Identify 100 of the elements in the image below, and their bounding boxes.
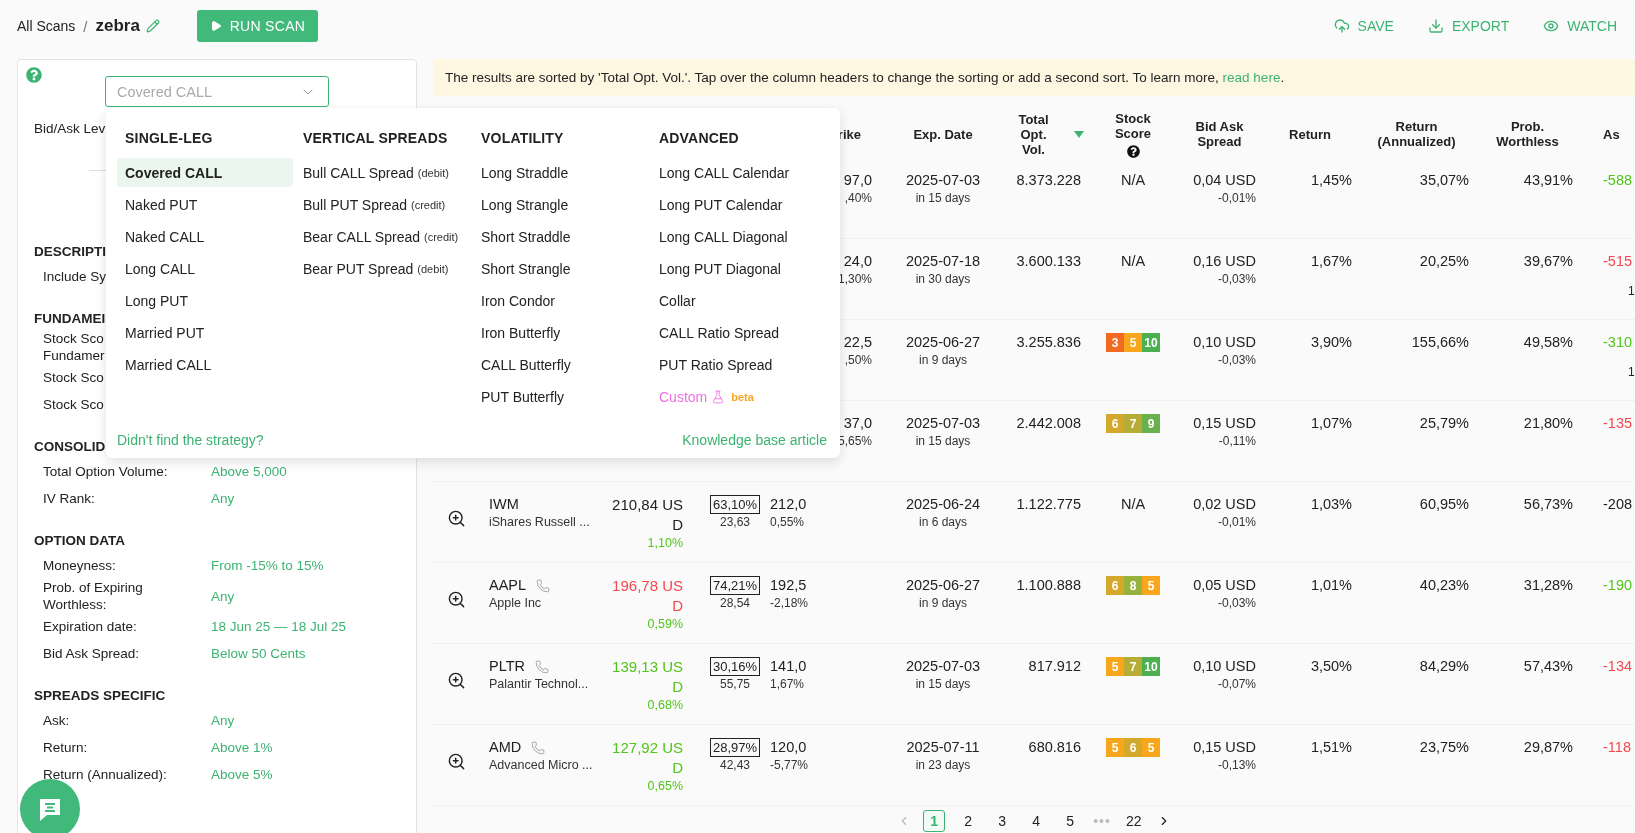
menu-item[interactable]: Long Strangle [473, 190, 649, 219]
zoom-in-icon[interactable] [447, 752, 466, 771]
option-volume: 817.912 [1028, 657, 1081, 676]
menu-item[interactable]: Short Straddle [473, 222, 649, 251]
menu-item[interactable]: Long Straddle [473, 158, 649, 187]
filter-value: Above 5,000 [211, 464, 288, 479]
expiration-date: 2025-07-03 [905, 657, 981, 676]
menu-item[interactable]: Long PUT Calendar [651, 190, 827, 219]
days-to-expiry: in 9 days [919, 595, 967, 611]
score-chip: 6 [1106, 576, 1124, 595]
ask-value: -515 [1603, 252, 1633, 271]
iv-rank: 63,10% [709, 495, 761, 514]
strike-value: 141,0 [770, 657, 807, 676]
filter-value: 18 Jun 25 — 18 Jul 25 [211, 619, 348, 634]
menu-item[interactable]: Naked PUT [117, 190, 293, 219]
column-header[interactable]: Bid Ask Spread [1177, 119, 1262, 149]
column-header[interactable]: Prob. Worthless [1475, 119, 1580, 149]
annualized-return: 155,66% [1411, 333, 1469, 352]
column-header[interactable]: Stock Score [1089, 110, 1177, 158]
page-link[interactable]: 5 [1059, 810, 1082, 832]
ticker-symbol: IWM [489, 495, 519, 514]
table-row[interactable]: IWM iShares Russell ... 210,84 USD 1,10% 63,10% 23,63 212,0 0,55% 2025-06-24 in 6 days 1.122.775 N/A 0,02 USD -0,01% 1,03% 60,95% 56,73% -208 [433, 482, 1635, 563]
menu-item[interactable]: CALL Butterfly [473, 350, 649, 379]
ask-value: -134 [1603, 657, 1633, 676]
strike-value: 22,5 [843, 333, 872, 352]
column-header[interactable]: Exp. Date [880, 126, 1006, 142]
menu-item[interactable]: Married PUT [117, 318, 293, 347]
menu-item[interactable]: Iron Butterfly [473, 318, 649, 347]
menu-item[interactable]: Long PUT [117, 286, 293, 315]
menu-heading: VOLATILITY [480, 129, 565, 148]
score-chip: 5 [1106, 738, 1124, 757]
iv-value: 23,63 [720, 514, 750, 530]
filter-label: IV Rank: [43, 490, 95, 507]
annualized-return: 84,29% [1419, 657, 1469, 676]
bid-ask-spread: 0,10 USD [1193, 657, 1256, 676]
filter-value: Any [211, 713, 236, 728]
zoom-in-icon[interactable] [447, 509, 466, 528]
page-link[interactable]: 3 [991, 810, 1014, 832]
ask-value: -190 [1603, 576, 1633, 595]
filter-label: Include Sy [43, 268, 107, 285]
option-volume: 3.255.836 [1016, 333, 1081, 352]
page-link[interactable]: 4 [1025, 810, 1048, 832]
return-value: 1,51% [1310, 738, 1352, 757]
menu-item[interactable]: PUT Ratio Spread [651, 350, 827, 379]
option-volume: 8.373.228 [1016, 171, 1081, 190]
section-heading: FUNDAMEI [34, 310, 106, 328]
spread-change: -0,11% [1218, 433, 1256, 449]
zoom-in-icon[interactable] [447, 671, 466, 690]
iv-value: 28,54 [720, 595, 750, 611]
column-header[interactable]: Return [1262, 126, 1358, 142]
menu-item[interactable]: Long CALL Calendar [651, 158, 827, 187]
menu-item[interactable]: Long CALL [117, 254, 293, 283]
prob-worthless: 43,91% [1523, 171, 1573, 190]
menu-item[interactable]: Long CALL Diagonal [651, 222, 827, 251]
menu-item[interactable]: Naked CALL [117, 222, 293, 251]
menu-item[interactable]: Bull PUT Spread (credit) [295, 190, 471, 219]
strike-change: -5,77% [770, 757, 809, 773]
menu-item[interactable]: Short Strangle [473, 254, 649, 283]
prob-worthless: 39,67% [1523, 252, 1573, 271]
menu-item[interactable]: Collar [651, 286, 827, 315]
menu-item[interactable]: Iron Condor [473, 286, 649, 315]
help-icon[interactable] [1126, 144, 1140, 158]
table-row[interactable]: PLTR Palantir Technol... 139,13 USD 0,68% 30,16% 55,75 141,0 1,67% 2025-07-03 in 15 days 817.912 5 7 10 0,10 USD -0,07% 3,50% 84,29% 57,43% -134 [433, 644, 1635, 725]
return-value: 1,67% [1310, 252, 1352, 271]
column-header[interactable]: Total Opt. Vol. [1006, 111, 1089, 157]
table-row[interactable]: AAPL Apple Inc 196,78 USD 0,59% 74,21% 28,54 192,5 -2,18% 2025-06-27 in 9 days 1.100.888 6 8 5 0,05 USD -0,03% 1,01% 40,23% 31,28% -190 [433, 563, 1635, 644]
page-link[interactable]: 2 [957, 810, 980, 832]
expiration-date: 2025-07-03 [905, 171, 981, 190]
iv-value: 42,43 [720, 757, 750, 773]
strike-change: 1,30% [837, 271, 872, 287]
column-header[interactable]: As [1580, 126, 1635, 142]
zoom-in-icon[interactable] [447, 590, 466, 609]
company-name: Advanced Micro ... [489, 757, 593, 774]
breadcrumb-link[interactable]: All Scans [17, 18, 76, 34]
menu-item[interactable]: CALL Ratio Spread [651, 318, 827, 347]
company-name: Palantir Technol... [489, 676, 589, 693]
menu-item[interactable]: Bear PUT Spread (debit) [295, 254, 471, 283]
menu-item[interactable]: Covered CALL [117, 158, 293, 187]
page-link[interactable]: 22 [1122, 810, 1145, 832]
filter-value: Above 1% [211, 740, 274, 755]
strike-value: 212,0 [770, 495, 807, 514]
table-row[interactable]: AMD Advanced Micro ... 127,92 USD 0,65% 28,97% 42,43 120,0 -5,77% 2025-07-11 in 23 days 680.816 5 6 5 0,15 USD -0,13% 1,51% 23,75% 29,87% -118 [433, 725, 1635, 806]
ticker-symbol: PLTR [489, 657, 525, 676]
menu-item[interactable]: Married CALL [117, 350, 293, 379]
filter-label: Stock Sco [43, 396, 104, 413]
bid-ask-spread: 0,04 USD [1193, 171, 1256, 190]
menu-item[interactable]: Long PUT Diagonal [651, 254, 827, 283]
ticker-symbol: AAPL [489, 576, 527, 595]
download-icon [1427, 18, 1444, 34]
menu-item[interactable]: Bull CALL Spread (debit) [295, 158, 471, 187]
column-header[interactable]: Return (Annualized) [1358, 119, 1475, 149]
stock-price: 210,84 USD [611, 495, 683, 535]
menu-item[interactable]: Bear CALL Spread (credit) [295, 222, 471, 251]
option-volume: 1.100.888 [1016, 576, 1081, 595]
return-value: 3,90% [1310, 333, 1352, 352]
prob-worthless: 21,80% [1523, 414, 1573, 433]
strike-change: ,40% [844, 190, 872, 206]
filter-label: Prob. of Expiring Worthless: [43, 579, 144, 613]
return-value: 1,01% [1310, 576, 1352, 595]
score-chip: 9 [1142, 414, 1160, 433]
